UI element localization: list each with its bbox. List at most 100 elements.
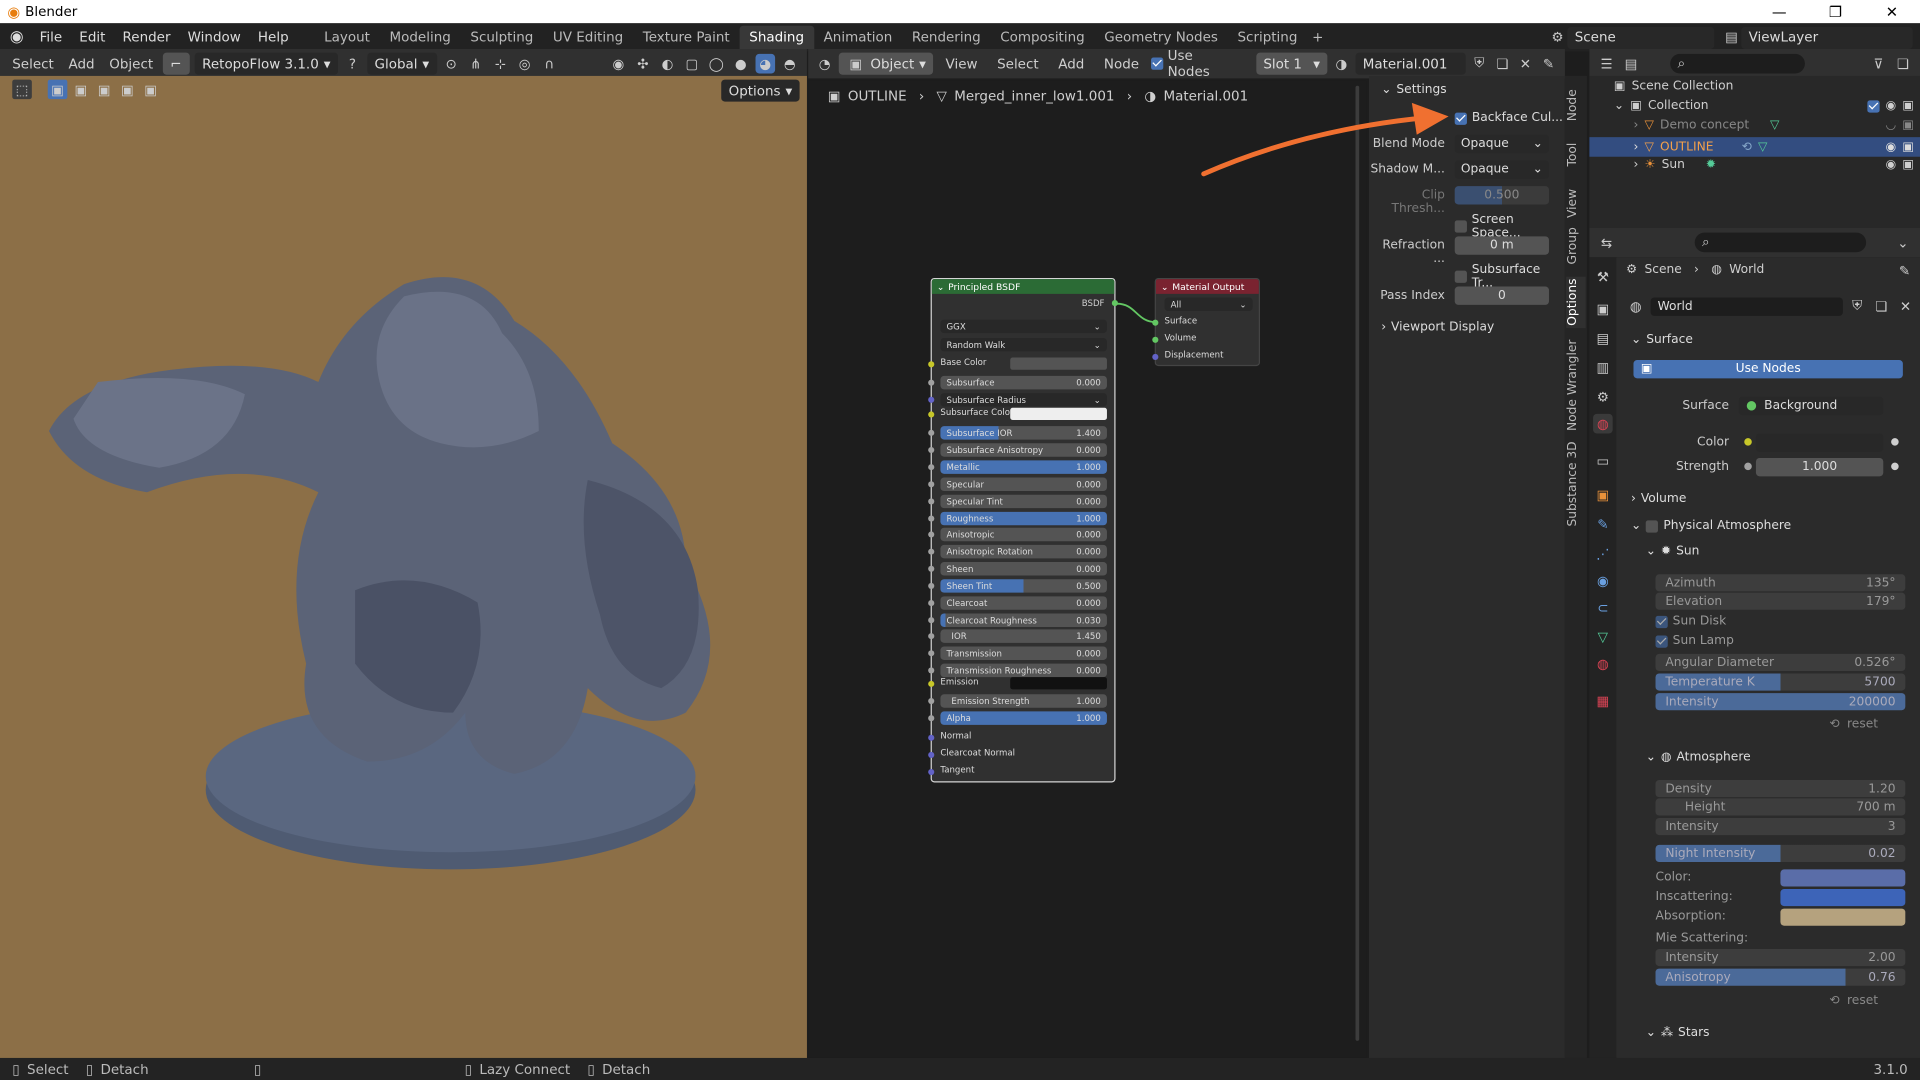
- sun-lamp-checkbox[interactable]: [1655, 634, 1668, 648]
- mie_rows-intensity-slider[interactable]: Intensity 2.00: [1655, 948, 1906, 967]
- pin-icon[interactable]: ✎: [1539, 54, 1557, 74]
- eye-closed-icon[interactable]: ◡: [1886, 119, 1897, 132]
- tab-texture-paint[interactable]: Texture Paint: [633, 26, 740, 49]
- tab-layout[interactable]: Layout: [314, 26, 379, 49]
- bsdf-input-socket[interactable]: [928, 548, 935, 555]
- output-volume-socket[interactable]: [1152, 336, 1159, 343]
- alpha-field[interactable]: Alpha 1.000: [940, 711, 1107, 725]
- bsdf-input-socket[interactable]: [928, 498, 935, 505]
- node-editor-scrollbar[interactable]: [1355, 85, 1360, 1041]
- particles-tab-icon[interactable]: ⋰: [1593, 544, 1613, 564]
- refraction-depth-field[interactable]: 0 m: [1454, 236, 1549, 255]
- bsdf-roughness-field[interactable]: Roughness 1.000: [940, 511, 1107, 526]
- proportional-edit-icon[interactable]: ◎: [515, 54, 535, 74]
- tab-sculpting[interactable]: Sculpting: [461, 26, 544, 49]
- eye-icon[interactable]: ◉: [1886, 99, 1897, 112]
- bsdf-metallic-field[interactable]: Metallic 1.000: [940, 460, 1107, 474]
- help-icon[interactable]: ?: [343, 54, 363, 74]
- material-shading-icon[interactable]: ◕: [755, 53, 776, 74]
- xray-icon[interactable]: ▢: [682, 54, 702, 74]
- maximize-icon[interactable]: ❐: [1807, 3, 1863, 20]
- atmo-color-swatch[interactable]: [1780, 869, 1906, 887]
- add-workspace-icon[interactable]: +: [1312, 29, 1323, 45]
- strength-field[interactable]: 1.000: [1755, 457, 1884, 477]
- overlay-icon[interactable]: ◐: [658, 54, 678, 74]
- emission-strength-field[interactable]: Emission Strength 1.000: [940, 694, 1107, 708]
- base-color-swatch[interactable]: [1010, 357, 1107, 370]
- view-layer-tab-icon[interactable]: ▥: [1593, 358, 1613, 378]
- node-view-menu[interactable]: View: [938, 56, 985, 72]
- keyframe-dot-icon[interactable]: ●: [1891, 460, 1900, 471]
- collapse-chevron-icon[interactable]: ⌄: [937, 281, 945, 292]
- output-tab-icon[interactable]: ▤: [1593, 328, 1613, 348]
- outliner-item-demo[interactable]: › ▽ Demo concept ▽ ◡ ▣: [1633, 119, 1913, 132]
- bsdf-transmission-roughness-field[interactable]: Transmission Roughness 0.000: [940, 663, 1107, 678]
- fake-user-icon[interactable]: ⛨: [1470, 54, 1488, 74]
- bsdf-sheen-field[interactable]: Sheen 0.000: [940, 562, 1107, 576]
- principled-bsdf-header[interactable]: ⌄ Principled BSDF: [931, 279, 1115, 294]
- keyframe-dot-icon[interactable]: ●: [1891, 436, 1900, 447]
- bsdf-input-socket[interactable]: [928, 565, 935, 572]
- output-surface-socket[interactable]: [1152, 319, 1159, 326]
- rendered-shading-icon[interactable]: ◓: [780, 54, 800, 74]
- bsdf-sheen-tint-field[interactable]: Sheen Tint 0.500: [940, 579, 1107, 593]
- tab-scripting[interactable]: Scripting: [1228, 26, 1307, 49]
- world-color-swatch[interactable]: [1755, 433, 1884, 452]
- color-socket-icon[interactable]: ●: [1744, 436, 1753, 447]
- bsdf-transmission-field[interactable]: Transmission 0.000: [940, 646, 1107, 661]
- vector-input-socket[interactable]: [928, 768, 935, 776]
- subsurface-color-swatch[interactable]: [1010, 407, 1107, 421]
- viewlayer-selector[interactable]: ViewLayer: [1741, 26, 1913, 49]
- texture-tab-icon[interactable]: ▦: [1593, 691, 1613, 711]
- bsdf-input-socket[interactable]: [928, 531, 935, 538]
- blend-mode-dropdown[interactable]: Opaque ⌄: [1454, 134, 1549, 154]
- pivot-icon[interactable]: ⊙: [441, 54, 461, 74]
- bsdf-input-socket[interactable]: [928, 600, 935, 607]
- atmo_rows-height-slider[interactable]: Height 700 m: [1655, 798, 1906, 816]
- robot-model[interactable]: [0, 76, 807, 1058]
- unlink-world-icon[interactable]: ✕: [1896, 296, 1915, 316]
- node-editor[interactable]: ▣ OUTLINE › ▽ Merged_inner_low1.001 › ◑ …: [808, 80, 1367, 1058]
- expand-arrow-icon[interactable]: ⌄: [1614, 99, 1624, 112]
- menu-render[interactable]: Render: [114, 29, 179, 45]
- viewport-add-menu[interactable]: Add: [64, 56, 100, 72]
- bsdf-input-socket[interactable]: [928, 650, 935, 657]
- fake-user-icon[interactable]: ⛨: [1848, 296, 1867, 316]
- bsdf-subsurface-radius-field[interactable]: Subsurface Radius ⌄: [940, 393, 1107, 407]
- outliner-scene-collection[interactable]: ▣ Scene Collection: [1614, 80, 1734, 93]
- expand-arrow-icon[interactable]: ›: [1633, 119, 1638, 132]
- bsdf-ior-field[interactable]: IOR 1.450: [940, 629, 1107, 643]
- atmo_rows-intensity-slider[interactable]: Intensity 3: [1655, 817, 1906, 836]
- falloff-icon[interactable]: ∩: [539, 54, 559, 74]
- outliner-item-outline[interactable]: › ▽ OUTLINE ⟲ ▽ ◉ ▣: [1589, 137, 1920, 157]
- menu-file[interactable]: File: [31, 29, 71, 45]
- side-tab-view[interactable]: View: [1566, 181, 1586, 225]
- camera-icon[interactable]: ▣: [1902, 140, 1914, 153]
- scene-icon[interactable]: ⚙: [1548, 28, 1568, 48]
- surface-shader-field[interactable]: ● Background: [1738, 396, 1884, 416]
- gizmo-icon[interactable]: ✣: [633, 54, 653, 74]
- side-tab-node-wrangler[interactable]: Node Wrangler: [1566, 338, 1586, 434]
- data-tab-icon[interactable]: ▽: [1593, 627, 1613, 647]
- atmo-color-swatch[interactable]: [1780, 888, 1906, 907]
- sun-subpanel-header[interactable]: ⌄ ✹ Sun: [1646, 545, 1700, 558]
- vector-input-socket[interactable]: [928, 751, 935, 758]
- shadow-mode-dropdown[interactable]: Opaque ⌄: [1454, 160, 1549, 179]
- outliner-item-sun[interactable]: › ☀ Sun ✹ ◉ ▣: [1633, 158, 1913, 171]
- output-target-dropdown[interactable]: All ⌄: [1164, 297, 1253, 312]
- expand-arrow-icon[interactable]: ›: [1633, 158, 1638, 171]
- use-nodes-checkbox[interactable]: [1151, 57, 1163, 70]
- camera-icon[interactable]: ▣: [1902, 158, 1914, 171]
- scene-selector[interactable]: Scene: [1567, 26, 1715, 49]
- physical-atmosphere-header[interactable]: ⌄ Physical Atmosphere: [1631, 519, 1791, 532]
- bsdf-input-socket[interactable]: [928, 582, 935, 589]
- duplicate-world-icon[interactable]: ❏: [1872, 296, 1891, 316]
- sun-disk-checkbox[interactable]: [1655, 615, 1668, 628]
- viewport-select-menu[interactable]: Select: [7, 56, 58, 72]
- bsdf-specular-field[interactable]: Specular 0.000: [940, 477, 1107, 492]
- material-output-header[interactable]: ⌄ Material Output: [1155, 279, 1259, 294]
- physical-atmosphere-checkbox[interactable]: [1646, 519, 1659, 533]
- side-tab-node[interactable]: Node: [1566, 83, 1586, 127]
- properties-search-input[interactable]: ⌕: [1694, 232, 1867, 253]
- pin-icon[interactable]: ✎: [1899, 263, 1910, 279]
